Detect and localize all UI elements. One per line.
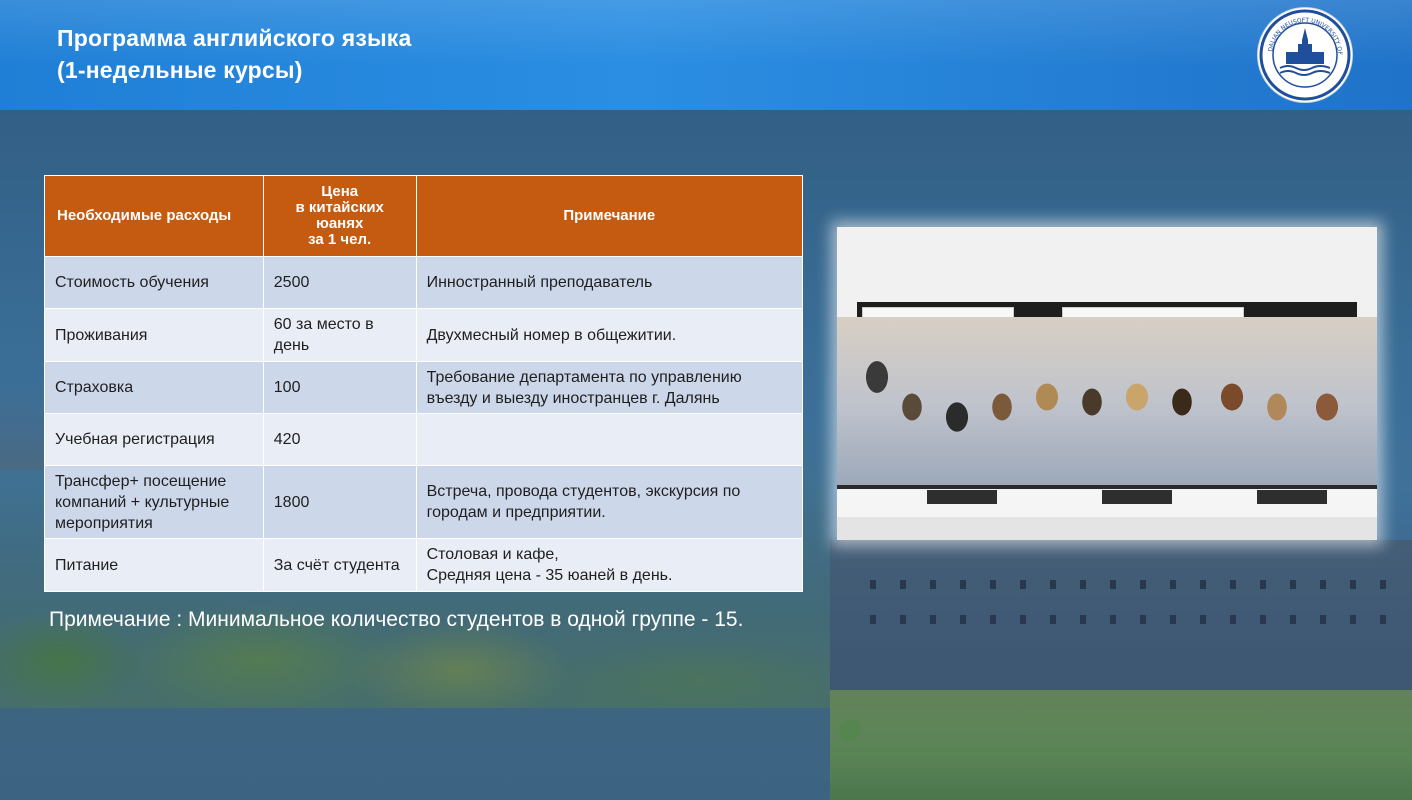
row-item: Страховка: [44, 361, 264, 414]
row-note: [415, 413, 804, 466]
table-row: Страховка 100 Требование департамента по…: [44, 361, 804, 414]
table-row: Учебная регистрация 420: [44, 413, 804, 466]
costs-table: Необходимые расходы Цена в китайских юан…: [44, 175, 804, 592]
title-line-1: Программа английского языка: [57, 25, 412, 51]
row-item: Проживания: [44, 308, 264, 362]
row-item: Учебная регистрация: [44, 413, 264, 466]
header-note: Примечание: [415, 175, 804, 257]
row-price: 100: [262, 361, 417, 414]
footnote: Примечание : Минимальное количество студ…: [49, 608, 744, 631]
row-item: Стоимость обучения: [44, 256, 264, 309]
university-seal-icon: DALIAN NEUSOFT UNIVERSITY OF INFORMATION: [1255, 3, 1352, 102]
table-row: Питание За счёт студента Столовая и кафе…: [44, 538, 804, 592]
row-price: 420: [262, 413, 417, 466]
slide: Программа английского языка (1-недельные…: [0, 0, 1412, 800]
row-note: Столовая и кафе, Средняя цена - 35 юаней…: [415, 538, 804, 592]
table-header-row: Необходимые расходы Цена в китайских юан…: [44, 175, 804, 257]
row-note: Встреча, провода студентов, экскурсия по…: [415, 465, 804, 539]
header-price: Цена в китайских юанях за 1 чел.: [262, 175, 417, 257]
slide-title: Программа английского языка (1-недельные…: [57, 22, 412, 86]
row-price: 60 за место в день: [262, 308, 417, 362]
row-note: Инностранный преподаватель: [415, 256, 804, 309]
table-row: Стоимость обучения 2500 Инностранный пре…: [44, 256, 804, 309]
header-expenses: Необходимые расходы: [44, 175, 264, 257]
row-price: 2500: [262, 256, 417, 309]
row-item: Питание: [44, 538, 264, 592]
background-building: [830, 540, 1412, 710]
row-price: За счёт студента: [262, 538, 417, 592]
background-trees: [830, 690, 1412, 800]
row-price: 1800: [262, 465, 417, 539]
row-item: Трансфер+ посещение компаний + культурны…: [44, 465, 264, 539]
table-row: Проживания 60 за место в день Двухмесный…: [44, 308, 804, 362]
group-photo-icon: [837, 227, 1377, 540]
title-line-2: (1-недельные курсы): [57, 57, 303, 83]
table-row: Трансфер+ посещение компаний + культурны…: [44, 465, 804, 539]
row-note: Двухмесный номер в общежитии.: [415, 308, 804, 362]
row-note: Требование департамента по управлению въ…: [415, 361, 804, 414]
